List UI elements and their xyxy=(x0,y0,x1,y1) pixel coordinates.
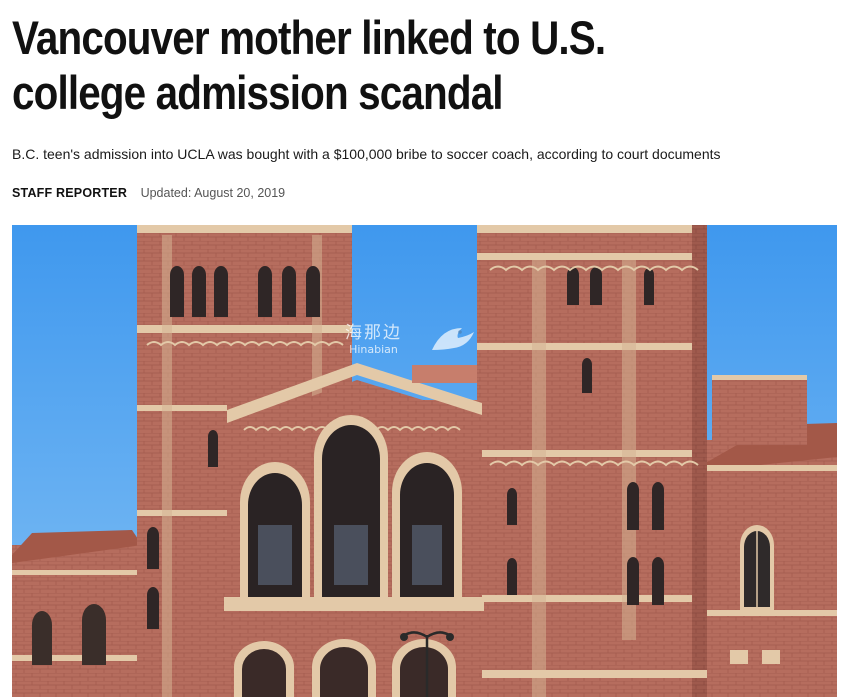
updated-date: Updated: August 20, 2019 xyxy=(140,186,286,200)
watermark-text: Hinabian xyxy=(349,343,398,356)
watermark-bird-icon xyxy=(432,328,474,350)
author-name[interactable]: STAFF REPORTER xyxy=(12,186,127,200)
building-photo xyxy=(12,225,837,697)
article-subheadline: B.C. teen's admission into UCLA was boug… xyxy=(12,146,721,162)
article-photo xyxy=(12,225,837,697)
watermark-logo-text: 海那边 xyxy=(345,323,402,343)
photo-watermark: 海那边 Hinabian xyxy=(345,323,402,356)
byline: STAFF REPORTER Updated: August 20, 2019 xyxy=(12,186,285,200)
article-headline: Vancouver mother linked to U.S. college … xyxy=(12,11,606,119)
